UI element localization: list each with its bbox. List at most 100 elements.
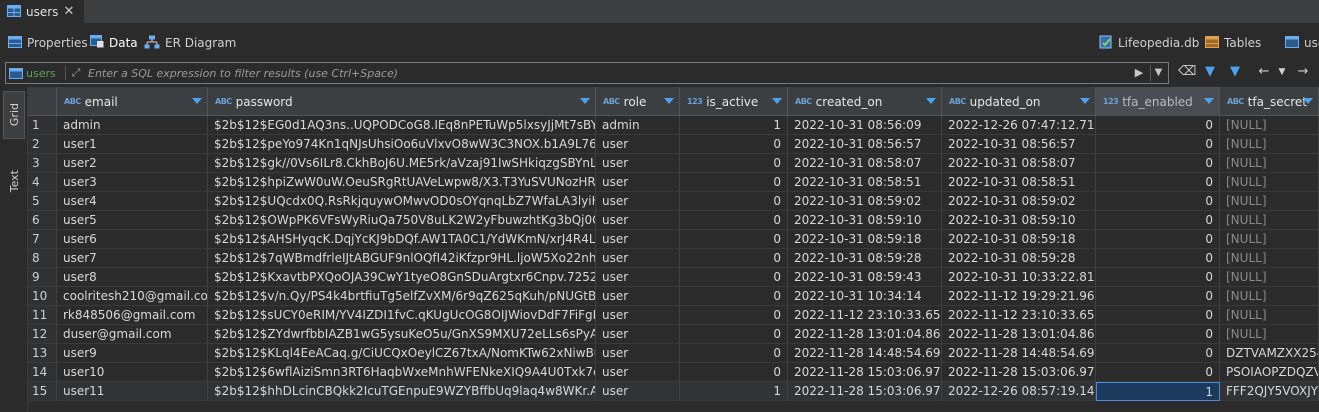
- cell-password[interactable]: $2b$12$hhDLcinCBQkk2IcuTGEnpuE9WZYBffbUq…: [208, 382, 596, 401]
- row-number[interactable]: 2: [28, 135, 57, 154]
- cell-is-active[interactable]: 0: [680, 135, 788, 154]
- cell-created-on[interactable]: 2022-11-28 14:48:54.692110: [788, 344, 942, 363]
- cell-email[interactable]: user11: [57, 382, 208, 401]
- cell-password[interactable]: $2b$12$hpiZwW0uW.OeuSRgRtUAVeLwpw8/X3.T3…: [208, 173, 596, 192]
- cell-tfa-secret[interactable]: FFF2QJY5VOXJYEA: [1220, 382, 1319, 401]
- apply-filter-icon[interactable]: ▶: [1132, 65, 1146, 81]
- cell-is-active[interactable]: 0: [680, 154, 788, 173]
- cell-email[interactable]: coolritesh210@gmail.com: [57, 287, 208, 306]
- cell-role[interactable]: user: [596, 192, 680, 211]
- cell-is-active[interactable]: 0: [680, 306, 788, 325]
- cell-email[interactable]: user6: [57, 230, 208, 249]
- row-number[interactable]: 1: [28, 116, 57, 135]
- cell-created-on[interactable]: 2022-10-31 08:59:02: [788, 192, 942, 211]
- tab-text[interactable]: Text: [3, 157, 25, 205]
- cell-tfa-enabled[interactable]: 0: [1096, 173, 1220, 192]
- cell-created-on[interactable]: 2022-10-31 08:56:57: [788, 135, 942, 154]
- cell-updated-on[interactable]: 2022-12-26 07:47:12.717209: [942, 116, 1096, 135]
- cell-updated-on[interactable]: 2022-10-31 08:58:51: [942, 173, 1096, 192]
- cell-role[interactable]: user: [596, 268, 680, 287]
- cell-created-on[interactable]: 2022-11-28 13:01:04.865802: [788, 325, 942, 344]
- cell-tfa-enabled[interactable]: 0: [1096, 268, 1220, 287]
- tab-grid[interactable]: Grid: [3, 91, 25, 139]
- cell-password[interactable]: $2b$12$sUCY0eRIM/YV4IZDI1fvC.qKUgUcOG8OI…: [208, 306, 596, 325]
- close-icon[interactable]: ✕: [61, 4, 77, 20]
- cell-password[interactable]: $2b$12$KLql4EeACaq.g/CiUCQxOeylCZ67txA/N…: [208, 344, 596, 363]
- cell-password[interactable]: $2b$12$gk//0Vs6ILr8.CkhBoJ6U.ME5rk/aVzaj…: [208, 154, 596, 173]
- cell-role[interactable]: user: [596, 173, 680, 192]
- cell-updated-on[interactable]: 2022-10-31 08:59:02: [942, 192, 1096, 211]
- cell-role[interactable]: user: [596, 211, 680, 230]
- cell-tfa-secret[interactable]: [NULL]: [1220, 249, 1319, 268]
- cell-email[interactable]: user8: [57, 268, 208, 287]
- filter-settings-icon[interactable]: ▼: [1201, 63, 1219, 81]
- filter-icon[interactable]: ▼: [1226, 63, 1244, 81]
- history-dropdown-icon[interactable]: ▼: [1273, 63, 1291, 81]
- table-row[interactable]: 12 duser@gmail.com $2b$12$ZYdwrfbbIAZB1wG5…: [28, 325, 1319, 344]
- cell-tfa-enabled[interactable]: 0: [1096, 249, 1220, 268]
- cell-tfa-enabled[interactable]: 0: [1096, 154, 1220, 173]
- table-row[interactable]: 8 user7 $2b$12$7qWBmdfrleIJtABGUF9nlOQfI42…: [28, 249, 1319, 268]
- tab-properties[interactable]: Properties: [8, 32, 88, 54]
- table-row[interactable]: 13 user9 $2b$12$KLql4EeACaq.g/CiUCQxOeylCZ…: [28, 344, 1319, 363]
- cell-email[interactable]: user10: [57, 363, 208, 382]
- cell-email[interactable]: user7: [57, 249, 208, 268]
- cell-tfa-secret[interactable]: [NULL]: [1220, 135, 1319, 154]
- table-row[interactable]: 1 admin $2b$12$EG0d1AQ3ns..UQPODCoG8.IEq8n…: [28, 116, 1319, 135]
- table-row[interactable]: 9 user8 $2b$12$KxavtbPXQoOJA39CwY1tyeO8GnS…: [28, 268, 1319, 287]
- cell-tfa-enabled[interactable]: 1: [1096, 382, 1220, 401]
- cell-role[interactable]: user: [596, 230, 680, 249]
- cell-tfa-secret[interactable]: [NULL]: [1220, 268, 1319, 287]
- cell-updated-on[interactable]: 2022-11-12 23:10:33.659880: [942, 306, 1096, 325]
- row-number[interactable]: 5: [28, 192, 57, 211]
- cell-role[interactable]: user: [596, 154, 680, 173]
- row-number[interactable]: 14: [28, 363, 57, 382]
- cell-is-active[interactable]: 0: [680, 268, 788, 287]
- cell-password[interactable]: $2b$12$6wflAiziSmn3RT6HaqbWxeMnhWFENkeXI…: [208, 363, 596, 382]
- cell-tfa-secret[interactable]: [NULL]: [1220, 192, 1319, 211]
- cell-tfa-enabled[interactable]: 0: [1096, 116, 1220, 135]
- cell-tfa-enabled[interactable]: 0: [1096, 192, 1220, 211]
- filter-table-selector[interactable]: users: [9, 65, 56, 81]
- cell-password[interactable]: $2b$12$KxavtbPXQoOJA39CwY1tyeO8GnSDuArgt…: [208, 268, 596, 287]
- column-header-role[interactable]: ABC role: [596, 87, 680, 116]
- cell-tfa-secret[interactable]: PSOIAOPZDQZVC: [1220, 363, 1319, 382]
- cell-created-on[interactable]: 2022-10-31 10:34:14: [788, 287, 942, 306]
- filter-history-dropdown[interactable]: ▼: [1150, 65, 1166, 81]
- cell-is-active[interactable]: 1: [680, 116, 788, 135]
- cell-email[interactable]: user3: [57, 173, 208, 192]
- row-number[interactable]: 9: [28, 268, 57, 287]
- row-number[interactable]: 12: [28, 325, 57, 344]
- cell-created-on[interactable]: 2022-10-31 08:59:10: [788, 211, 942, 230]
- row-number[interactable]: 15: [28, 382, 57, 401]
- cell-is-active[interactable]: 0: [680, 325, 788, 344]
- cell-tfa-enabled[interactable]: 0: [1096, 230, 1220, 249]
- expand-icon[interactable]: ⤢: [68, 65, 84, 81]
- row-number[interactable]: 10: [28, 287, 57, 306]
- table-row[interactable]: 4 user3 $2b$12$hpiZwW0uW.OeuSRgRtUAVeLwpw8…: [28, 173, 1319, 192]
- cell-updated-on[interactable]: 2022-12-26 08:57:19.147554: [942, 382, 1096, 401]
- cell-role[interactable]: user: [596, 382, 680, 401]
- column-header-tfa-enabled[interactable]: 123 tfa_enabled: [1096, 87, 1220, 116]
- cell-is-active[interactable]: 0: [680, 192, 788, 211]
- cell-tfa-secret[interactable]: [NULL]: [1220, 230, 1319, 249]
- cell-is-active[interactable]: 0: [680, 173, 788, 192]
- cell-is-active[interactable]: 0: [680, 211, 788, 230]
- sort-icon[interactable]: [1204, 98, 1214, 104]
- cell-tfa-enabled[interactable]: 0: [1096, 211, 1220, 230]
- cell-updated-on[interactable]: 2022-10-31 08:59:18: [942, 230, 1096, 249]
- sort-icon[interactable]: [580, 98, 590, 104]
- sort-icon[interactable]: [664, 98, 674, 104]
- cell-updated-on[interactable]: 2022-11-28 15:03:06.971110: [942, 363, 1096, 382]
- cell-tfa-enabled[interactable]: 0: [1096, 363, 1220, 382]
- cell-created-on[interactable]: 2022-11-28 15:03:06.971110: [788, 382, 942, 401]
- table-row[interactable]: 7 user6 $2b$12$AHSHyqcK.DqjYcKJ9bDQf.AW1TA…: [28, 230, 1319, 249]
- sort-icon[interactable]: [1303, 98, 1313, 104]
- cell-created-on[interactable]: 2022-10-31 08:59:18: [788, 230, 942, 249]
- column-header-updated-on[interactable]: ABC updated_on: [942, 87, 1096, 116]
- row-number[interactable]: 7: [28, 230, 57, 249]
- cell-email[interactable]: rk848506@gmail.com: [57, 306, 208, 325]
- sort-icon[interactable]: [772, 98, 782, 104]
- cell-password[interactable]: $2b$12$ZYdwrfbbIAZB1wG5ysuKeO5u/GnXS9MXU…: [208, 325, 596, 344]
- forward-icon[interactable]: →: [1294, 63, 1312, 81]
